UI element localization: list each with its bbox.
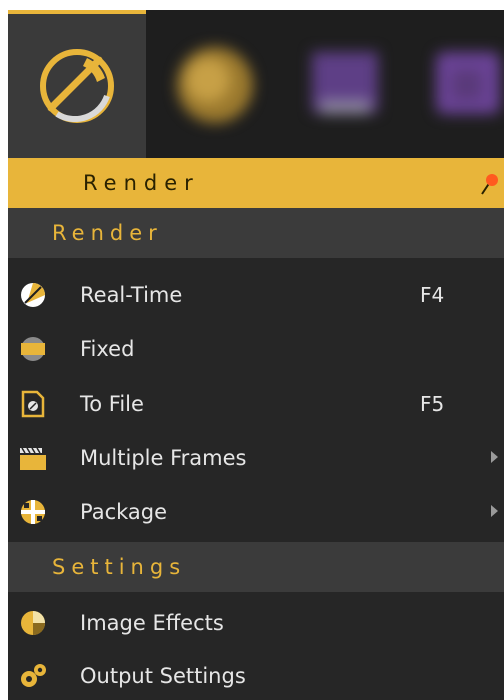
submenu-arrow-icon: [491, 505, 498, 517]
menu-item-image-effects[interactable]: Image Effects: [8, 597, 504, 649]
shortcut-label: F4: [420, 283, 445, 307]
menu-item-package[interactable]: Package: [8, 486, 504, 538]
tab-thumbnail-1[interactable]: [160, 30, 270, 140]
menu-item-label: Real-Time: [80, 283, 183, 307]
render-menu-window: Render Render Real-Time F4 Fixed To File…: [0, 0, 504, 700]
section-render: Render: [8, 208, 504, 258]
tab-thumbnail-3[interactable]: [410, 30, 504, 140]
tab-render[interactable]: [8, 10, 146, 158]
menu-item-label: Package: [80, 500, 168, 524]
header-title: Render: [83, 171, 200, 195]
pin-icon[interactable]: [478, 170, 500, 196]
menu-item-to-file[interactable]: To File F5: [8, 378, 504, 430]
menu-item-multiple-frames[interactable]: Multiple Frames: [8, 432, 504, 484]
menu-item-label: Multiple Frames: [80, 446, 247, 470]
menu-item-fixed[interactable]: Fixed: [8, 323, 504, 375]
menu-item-output-settings[interactable]: Output Settings: [8, 650, 504, 700]
purple-box-thumbnail-icon: [312, 52, 378, 114]
sphere-thumbnail-icon: [177, 47, 253, 123]
fixed-icon: [18, 335, 48, 363]
menu-item-label: Image Effects: [80, 611, 224, 635]
file-icon: [18, 390, 48, 418]
tab-thumbnail-2[interactable]: [290, 30, 400, 140]
menu-item-label: To File: [80, 392, 144, 416]
package-icon: [18, 498, 48, 526]
section-settings: Settings: [8, 542, 504, 592]
image-effects-icon: [18, 609, 48, 637]
render-header-bar[interactable]: Render: [8, 158, 504, 208]
purple-shape-thumbnail-icon: [436, 52, 500, 114]
section-render-label: Render: [52, 221, 163, 245]
menu-item-realtime[interactable]: Real-Time F4: [8, 269, 504, 321]
menu-item-label: Output Settings: [80, 664, 246, 688]
top-border: [0, 0, 504, 10]
realtime-icon: [18, 281, 48, 309]
shortcut-label: F5: [420, 392, 445, 416]
tab-strip: [0, 0, 504, 158]
menu-item-label: Fixed: [80, 337, 135, 361]
submenu-arrow-icon: [491, 451, 498, 463]
render-logo-icon: [40, 49, 114, 123]
gears-icon: [18, 662, 48, 690]
section-settings-label: Settings: [52, 555, 187, 579]
clapper-icon: [18, 444, 48, 472]
